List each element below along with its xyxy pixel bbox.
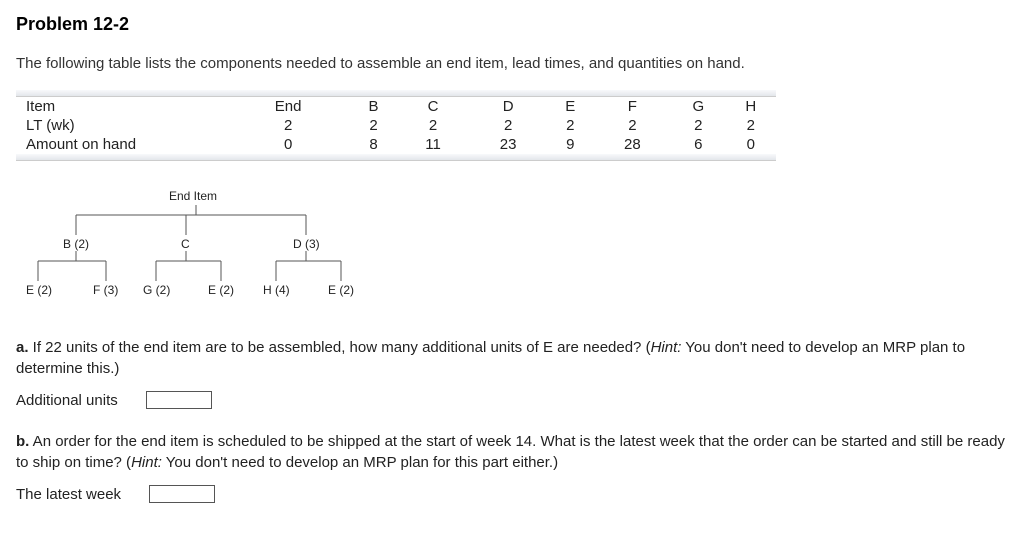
answer-a-label: Additional units: [16, 392, 118, 409]
answer-b-label: The latest week: [16, 486, 121, 503]
tree-node-c: C: [181, 237, 190, 251]
tree-node-f: F (3): [93, 283, 118, 297]
answer-b-input[interactable]: [149, 485, 215, 503]
tree-node-h: H (4): [263, 283, 290, 297]
tree-node-e1: E (2): [26, 283, 52, 297]
intro-text: The following table lists the components…: [16, 55, 1008, 72]
problem-title: Problem 12-2: [16, 14, 1008, 35]
row-label: Amount on hand: [16, 135, 226, 154]
tree-node-end: End Item: [169, 189, 217, 203]
question-a-text: If 22 units of the end item are to be as…: [29, 339, 651, 356]
tree-node-e2: E (2): [208, 283, 234, 297]
table-row: LT (wk) 2 2 2 2 2 2 2 2: [16, 116, 776, 135]
question-b-label: b.: [16, 433, 29, 450]
row-label: LT (wk): [16, 116, 226, 135]
hint-label: Hint:: [131, 454, 162, 471]
hint-label: Hint:: [651, 339, 682, 356]
product-structure-tree: End Item B (2) C D (3) E (2) F (3) G (2)…: [26, 187, 386, 317]
question-b-hint: You don't need to develop an MRP plan fo…: [162, 454, 558, 471]
answer-a-input[interactable]: [146, 391, 212, 409]
row-label: Item: [16, 97, 226, 116]
components-table-wrap: Item End B C D E F G H LT (wk) 2 2 2 2 2…: [16, 90, 1008, 161]
tree-connectors: [26, 187, 386, 317]
question-b: b. An order for the end item is schedule…: [16, 431, 1008, 473]
table-top-bar: [16, 90, 776, 97]
tree-node-e3: E (2): [328, 283, 354, 297]
table-row: Item End B C D E F G H: [16, 97, 776, 116]
components-table: Item End B C D E F G H LT (wk) 2 2 2 2 2…: [16, 97, 776, 154]
question-a: a. If 22 units of the end item are to be…: [16, 337, 1008, 379]
table-bottom-bar: [16, 154, 776, 161]
tree-node-g: G (2): [143, 283, 170, 297]
tree-node-d: D (3): [293, 237, 320, 251]
tree-node-b: B (2): [63, 237, 89, 251]
table-row: Amount on hand 0 8 11 23 9 28 6 0: [16, 135, 776, 154]
question-a-label: a.: [16, 339, 29, 356]
